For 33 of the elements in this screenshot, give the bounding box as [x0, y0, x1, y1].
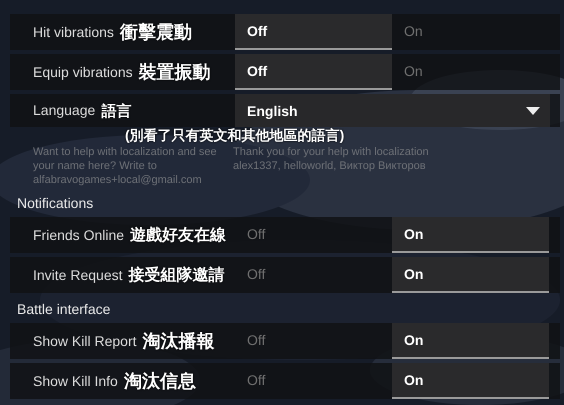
setting-label: Show Kill Info [33, 373, 118, 389]
setting-label: Invite Request [33, 267, 122, 283]
toggle-option[interactable]: On [392, 54, 549, 90]
toggle-option[interactable]: On [392, 14, 549, 50]
toggle-option[interactable]: Off [235, 323, 392, 359]
caret-icon [526, 106, 540, 114]
toggle-option[interactable]: Off [235, 217, 392, 253]
caption: 接受組隊邀請 [128, 265, 224, 286]
caption: 淘汰信息 [124, 370, 196, 393]
toggle-option[interactable]: Off [235, 54, 392, 90]
setting-label: Hit vibrations [33, 24, 114, 40]
toggle-option[interactable]: Off [235, 363, 392, 399]
caption: (別看了只有英文和其他地區的語言) [125, 127, 344, 145]
caption: 裝置振動 [138, 61, 211, 84]
caption: 淘汰播報 [142, 330, 214, 353]
help-text: Want to help with localization and see your name here? Write to alfabravogames+local@gmail.com [33, 145, 218, 187]
setting-label: Language [33, 102, 96, 118]
toggle-option[interactable]: Off [235, 14, 392, 50]
language-dropdown[interactable]: English [235, 94, 550, 127]
caption: 語言 [101, 102, 132, 121]
caption: 遊戲好友在線 [130, 226, 226, 246]
caption: 衝擊震動 [120, 21, 192, 44]
toggle-option[interactable]: On [392, 257, 549, 293]
toggle-option[interactable]: On [392, 363, 549, 399]
credits-text: Thank you for your help with localization alex1337, helloworld, Виктор Викторов [233, 145, 430, 174]
toggle-option[interactable]: Off [235, 257, 392, 293]
toggle-option[interactable]: On [392, 323, 549, 359]
section-header: Battle interface [16, 301, 112, 319]
toggle-option[interactable]: On [392, 217, 549, 253]
setting-label: Show Kill Report [33, 333, 136, 349]
section-header: Notifications [16, 195, 94, 213]
setting-label: Friends Online [33, 227, 124, 243]
setting-label: Equip vibrations [33, 64, 133, 80]
